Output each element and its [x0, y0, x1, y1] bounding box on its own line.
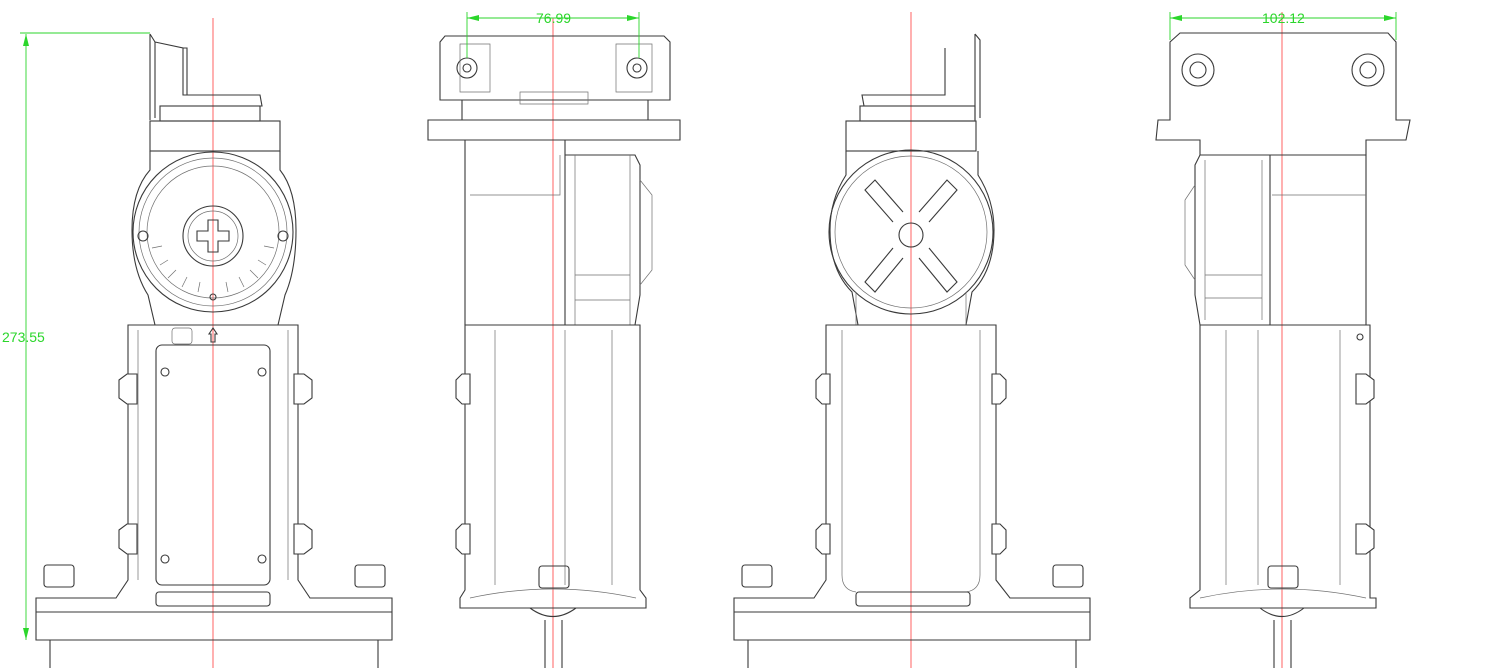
back-view	[733, 12, 1091, 668]
back-head-housing	[829, 151, 995, 326]
top-width-dimension-label: 102.12	[1262, 10, 1305, 26]
technical-drawing: 273.55 76.99 102.12	[2, 10, 1411, 668]
side-right-top-plate	[439, 35, 671, 101]
front-hex-nut	[118, 373, 138, 405]
side-left-top-plate	[1155, 32, 1411, 156]
side-right-head	[464, 140, 641, 326]
front-view	[35, 18, 393, 668]
side-right-view	[427, 18, 681, 668]
back-body	[733, 324, 1091, 641]
top-width-dimension: 102.12	[1169, 10, 1397, 40]
height-dimension-label: 273.55	[2, 329, 45, 345]
front-top-bracket	[149, 33, 263, 120]
side-width-dimension-label: 76.99	[536, 10, 571, 26]
front-body	[35, 324, 393, 641]
side-left-view	[1155, 12, 1411, 668]
side-left-head	[1194, 154, 1367, 326]
